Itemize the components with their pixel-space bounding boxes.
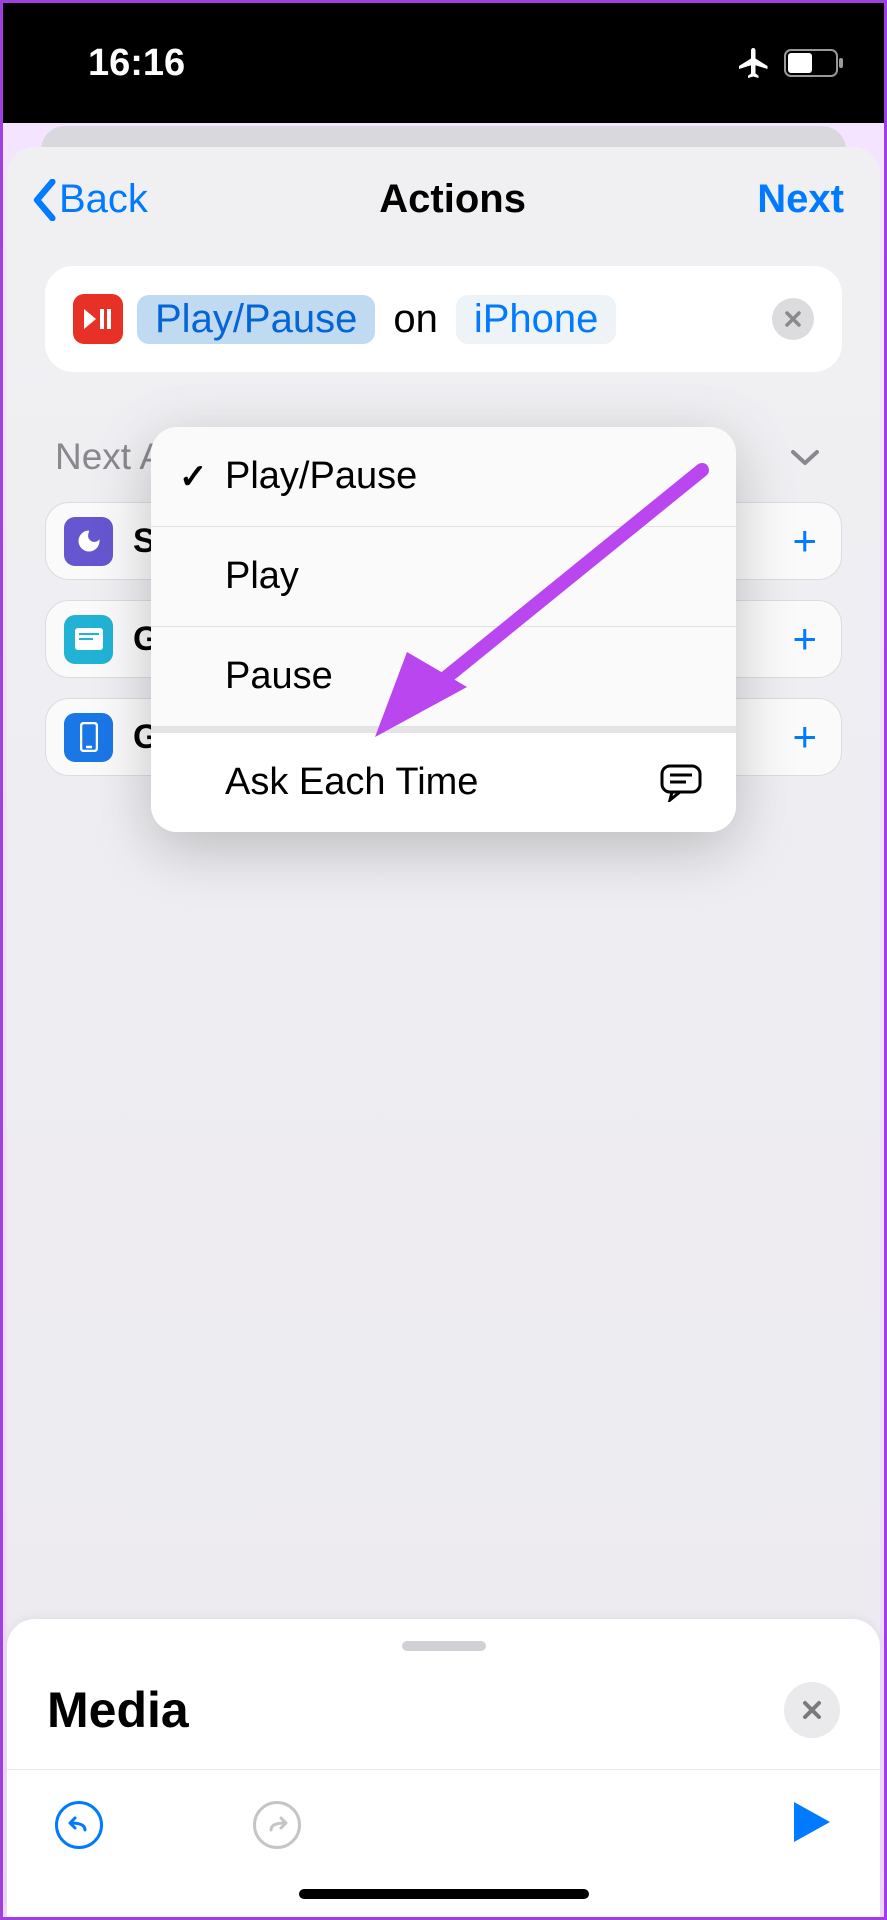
add-icon[interactable]: + — [792, 615, 817, 663]
panel-close-button[interactable] — [784, 1682, 840, 1738]
main-sheet: Back Actions Next Play/Pause on iPhone N… — [7, 147, 880, 1917]
status-bar: 16:16 — [3, 3, 884, 123]
chevron-down-icon — [790, 448, 820, 466]
run-button[interactable] — [792, 1800, 832, 1849]
dropdown-item-play-pause[interactable]: Play/Pause — [151, 427, 736, 527]
dropdown-item-label: Play/Pause — [225, 455, 417, 498]
action-param-device[interactable]: iPhone — [456, 295, 617, 344]
panel-title: Media — [47, 1681, 189, 1739]
play-pause-glyph-icon — [84, 309, 112, 329]
action-param-mode[interactable]: Play/Pause — [137, 295, 375, 344]
chevron-left-icon — [29, 179, 59, 221]
status-time: 16:16 — [88, 42, 185, 85]
redo-button[interactable] — [253, 1801, 301, 1849]
bottom-panel: Media — [7, 1619, 880, 1917]
speech-bubble-icon — [660, 764, 702, 802]
next-button[interactable]: Next — [757, 177, 844, 222]
undo-icon — [67, 1814, 91, 1836]
back-label: Back — [59, 177, 148, 222]
play-pause-app-icon — [73, 294, 123, 344]
grabber-handle[interactable] — [402, 1641, 486, 1651]
dropdown-item-pause[interactable]: Pause — [151, 627, 736, 727]
moon-icon — [64, 517, 113, 566]
undo-button[interactable] — [55, 1801, 103, 1849]
nav-header: Back Actions Next — [7, 147, 880, 266]
airplane-mode-icon — [736, 45, 772, 81]
back-button[interactable]: Back — [29, 177, 148, 222]
action-connector: on — [389, 295, 442, 344]
redo-icon — [265, 1814, 289, 1836]
close-icon — [784, 310, 802, 328]
phone-icon — [64, 713, 113, 762]
panel-toolbar — [7, 1769, 880, 1889]
action-card: Play/Pause on iPhone — [45, 266, 842, 372]
panel-header: Media — [7, 1681, 880, 1769]
home-indicator[interactable] — [299, 1889, 589, 1899]
play-icon — [792, 1800, 832, 1844]
dropdown-item-label: Play — [225, 555, 299, 598]
dropdown-item-play[interactable]: Play — [151, 527, 736, 627]
dropdown-item-label: Pause — [225, 655, 333, 698]
close-icon — [801, 1699, 823, 1721]
page-title: Actions — [379, 177, 526, 222]
dropdown-item-label: Ask Each Time — [225, 761, 478, 804]
card-icon — [64, 615, 113, 664]
add-icon[interactable]: + — [792, 713, 817, 761]
battery-icon — [784, 49, 844, 77]
dropdown-item-ask-each-time[interactable]: Ask Each Time — [151, 727, 736, 832]
clear-action-button[interactable] — [772, 298, 814, 340]
add-icon[interactable]: + — [792, 517, 817, 565]
parameter-dropdown: Play/Pause Play Pause Ask Each Time — [151, 427, 736, 832]
status-indicators — [736, 45, 844, 81]
